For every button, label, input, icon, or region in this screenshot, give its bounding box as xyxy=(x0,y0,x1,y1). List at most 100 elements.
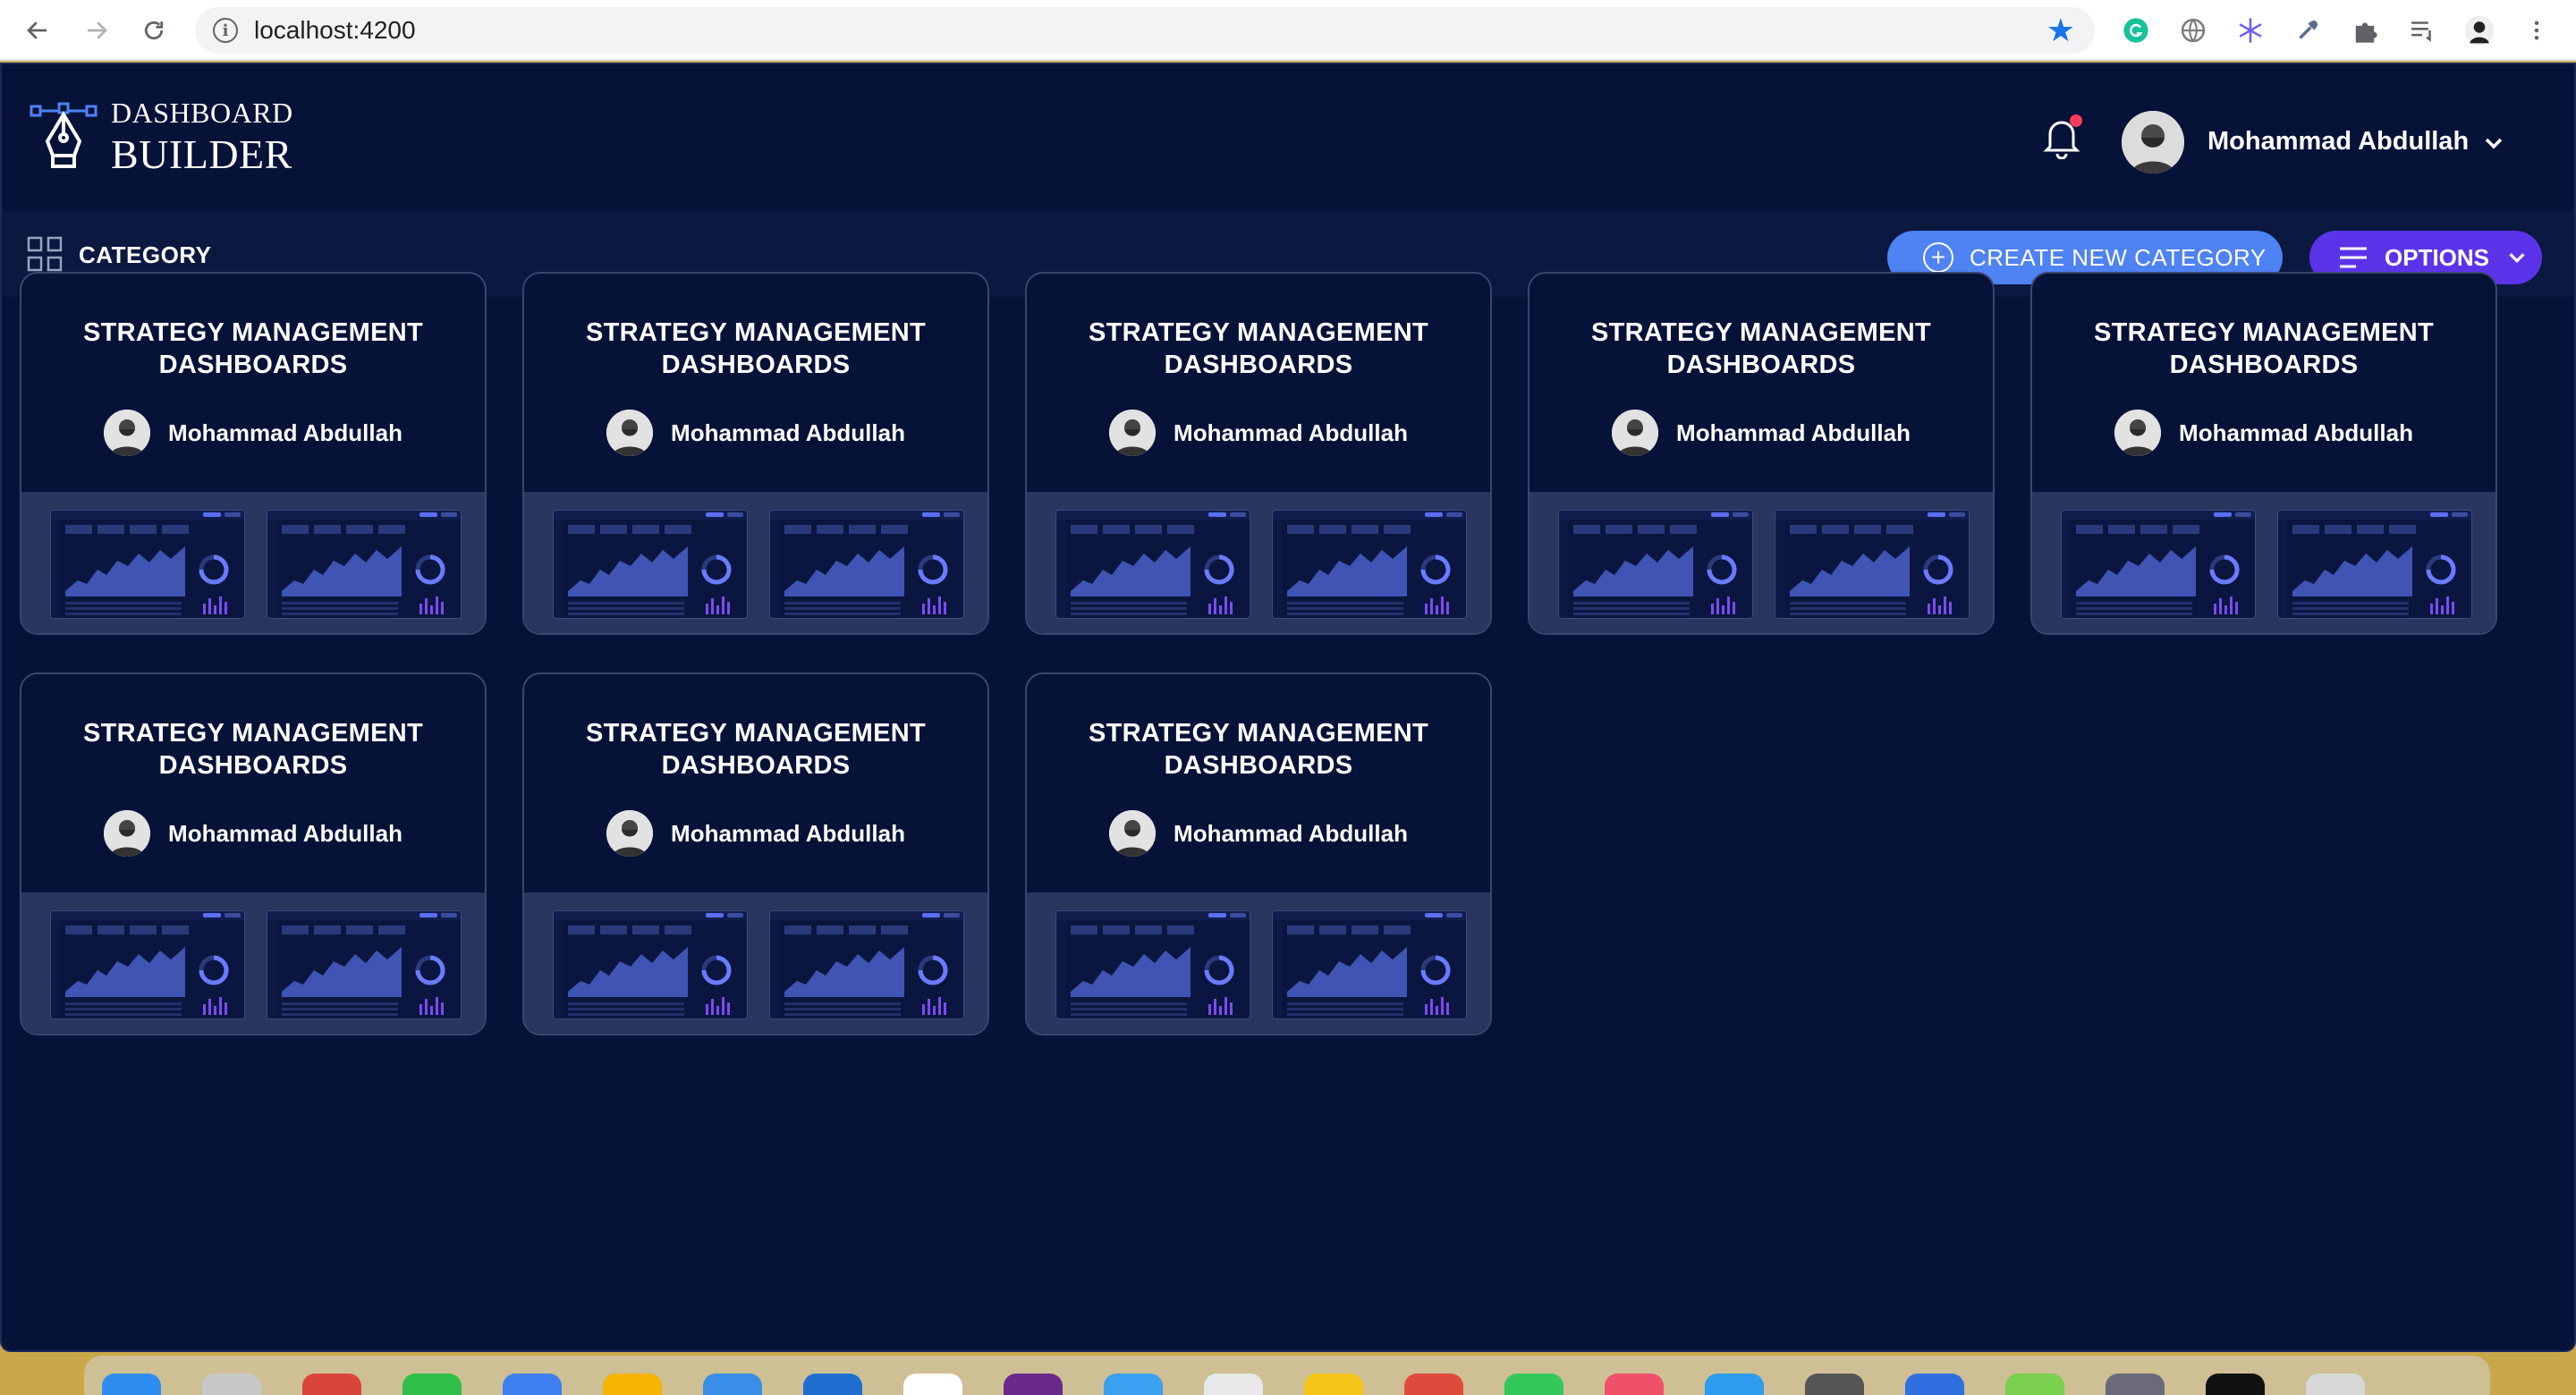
dashboard-thumbnail xyxy=(553,510,748,619)
card-title-line: STRATEGY MANAGEMENT xyxy=(82,318,424,347)
dashboard-thumbnail xyxy=(1558,510,1753,619)
dock-app-icon[interactable] xyxy=(1705,1374,1764,1395)
card-title-line: DASHBOARDS xyxy=(661,351,851,379)
category-card[interactable]: STRATEGY MANAGEMENT DASHBOARDS Mohammad … xyxy=(1025,672,1492,1036)
dock-app-icon[interactable] xyxy=(903,1374,962,1395)
dock-app-icon[interactable] xyxy=(102,1374,161,1395)
bookmark-star-icon[interactable]: ★ xyxy=(2046,14,2075,46)
card-title: STRATEGY MANAGEMENT DASHBOARDS xyxy=(21,717,485,782)
macos-dock xyxy=(84,1356,2490,1395)
dashboard-thumbnail xyxy=(50,510,245,619)
author-avatar xyxy=(1612,410,1659,456)
dock-app-icon[interactable] xyxy=(1004,1374,1063,1395)
dock-app-icon[interactable] xyxy=(1605,1374,1664,1395)
create-button-label: CREATE NEW CATEGORY xyxy=(1970,243,2267,271)
author-name: Mohammad Abdullah xyxy=(1174,819,1408,847)
more-icon[interactable] xyxy=(2519,13,2555,48)
logo-text-bottom: BUILDER xyxy=(111,131,292,177)
card-title: STRATEGY MANAGEMENT DASHBOARDS xyxy=(1027,317,1490,381)
menu-lines-icon xyxy=(2340,247,2367,268)
card-title-line: STRATEGY MANAGEMENT xyxy=(2093,318,2435,347)
dock-app-icon[interactable] xyxy=(2106,1374,2165,1395)
card-title-line: DASHBOARDS xyxy=(1164,351,1353,379)
dock-app-icon[interactable] xyxy=(2306,1374,2365,1395)
dashboard-thumbnail xyxy=(769,510,964,619)
eyedropper-icon[interactable] xyxy=(2290,13,2326,48)
author-name: Mohammad Abdullah xyxy=(1174,418,1408,446)
plus-circle-icon: + xyxy=(1923,242,1953,273)
reload-icon[interactable] xyxy=(136,13,172,48)
dock-app-icon[interactable] xyxy=(1404,1374,1463,1395)
grammarly-icon[interactable] xyxy=(2118,13,2154,48)
dock-app-icon[interactable] xyxy=(1905,1374,1964,1395)
card-title-line: STRATEGY MANAGEMENT xyxy=(1088,719,1429,748)
card-title: STRATEGY MANAGEMENT DASHBOARDS xyxy=(2032,317,2496,381)
dock-app-icon[interactable] xyxy=(603,1374,662,1395)
card-preview xyxy=(21,492,485,633)
card-title-line: DASHBOARDS xyxy=(661,751,851,780)
card-author: Mohammad Abdullah xyxy=(1027,810,1490,857)
card-title: STRATEGY MANAGEMENT DASHBOARDS xyxy=(1530,317,1993,381)
card-title: STRATEGY MANAGEMENT DASHBOARDS xyxy=(21,317,485,381)
dock-app-icon[interactable] xyxy=(703,1374,762,1395)
back-icon[interactable] xyxy=(20,13,55,48)
address-bar[interactable]: i localhost:4200 ★ xyxy=(195,7,2095,54)
category-card[interactable]: STRATEGY MANAGEMENT DASHBOARDS Mohammad … xyxy=(20,672,487,1036)
user-name[interactable]: Mohammad Abdullah xyxy=(2207,127,2469,156)
author-avatar xyxy=(104,410,151,456)
card-title-line: STRATEGY MANAGEMENT xyxy=(1590,318,1932,347)
card-preview xyxy=(1027,492,1490,633)
dashboard-thumbnail xyxy=(267,910,462,1019)
card-author: Mohammad Abdullah xyxy=(21,410,485,456)
author-avatar xyxy=(104,810,151,857)
category-card[interactable]: STRATEGY MANAGEMENT DASHBOARDS Mohammad … xyxy=(522,272,989,635)
dock-app-icon[interactable] xyxy=(2206,1374,2265,1395)
category-card[interactable]: STRATEGY MANAGEMENT DASHBOARDS Mohammad … xyxy=(1025,272,1492,635)
dock-app-icon[interactable] xyxy=(503,1374,562,1395)
puzzle-icon[interactable] xyxy=(2347,13,2383,48)
category-card[interactable]: STRATEGY MANAGEMENT DASHBOARDS Mohammad … xyxy=(1528,272,1995,635)
author-name: Mohammad Abdullah xyxy=(2179,418,2413,446)
logo-text-top: DASHBOARD xyxy=(111,97,293,129)
dock-app-icon[interactable] xyxy=(1104,1374,1163,1395)
dock-app-icon[interactable] xyxy=(1504,1374,1563,1395)
app-header: DASHBOARD BUILDER Mohammad Abdullah xyxy=(2,64,2574,209)
card-preview xyxy=(21,892,485,1034)
globe-icon[interactable] xyxy=(2175,13,2211,48)
card-title-line: DASHBOARDS xyxy=(158,351,348,379)
dock-app-icon[interactable] xyxy=(1204,1374,1263,1395)
snowflake-icon[interactable] xyxy=(2233,13,2268,48)
author-name: Mohammad Abdullah xyxy=(1676,418,1911,446)
options-button-label: OPTIONS xyxy=(2385,243,2490,271)
dock-app-icon[interactable] xyxy=(202,1374,261,1395)
forward-icon[interactable] xyxy=(79,13,114,48)
card-preview xyxy=(2032,492,2496,633)
category-card[interactable]: STRATEGY MANAGEMENT DASHBOARDS Mohammad … xyxy=(522,672,989,1036)
dashboard-thumbnail xyxy=(2277,510,2472,619)
dock-app-icon[interactable] xyxy=(803,1374,862,1395)
chevron-down-icon[interactable] xyxy=(2481,131,2506,156)
profile-avatar[interactable] xyxy=(2462,13,2497,48)
dock-app-icon[interactable] xyxy=(1805,1374,1864,1395)
category-card[interactable]: STRATEGY MANAGEMENT DASHBOARDS Mohammad … xyxy=(20,272,487,635)
dock-app-icon[interactable] xyxy=(2005,1374,2064,1395)
dashboard-thumbnail xyxy=(1055,910,1250,1019)
reading-list-icon[interactable] xyxy=(2404,13,2440,48)
category-card[interactable]: STRATEGY MANAGEMENT DASHBOARDS Mohammad … xyxy=(2030,272,2497,635)
author-avatar xyxy=(1109,410,1157,456)
dock-app-icon[interactable] xyxy=(1304,1374,1363,1395)
author-avatar xyxy=(2114,410,2162,456)
chevron-down-icon xyxy=(2509,253,2525,264)
site-info-icon[interactable]: i xyxy=(213,18,238,43)
dashboard-thumbnail xyxy=(769,910,964,1019)
dashboard-thumbnail xyxy=(1272,510,1467,619)
app-window: DASHBOARD BUILDER Mohammad Abdullah CATE… xyxy=(0,63,2576,1352)
user-avatar[interactable] xyxy=(2122,111,2184,173)
author-name: Mohammad Abdullah xyxy=(671,819,905,847)
url-text: localhost:4200 xyxy=(254,16,416,44)
dock-app-icon[interactable] xyxy=(302,1374,361,1395)
dashboard-thumbnail xyxy=(50,910,245,1019)
card-author: Mohammad Abdullah xyxy=(1530,410,1993,456)
author-name: Mohammad Abdullah xyxy=(168,418,402,446)
dock-app-icon[interactable] xyxy=(402,1374,462,1395)
